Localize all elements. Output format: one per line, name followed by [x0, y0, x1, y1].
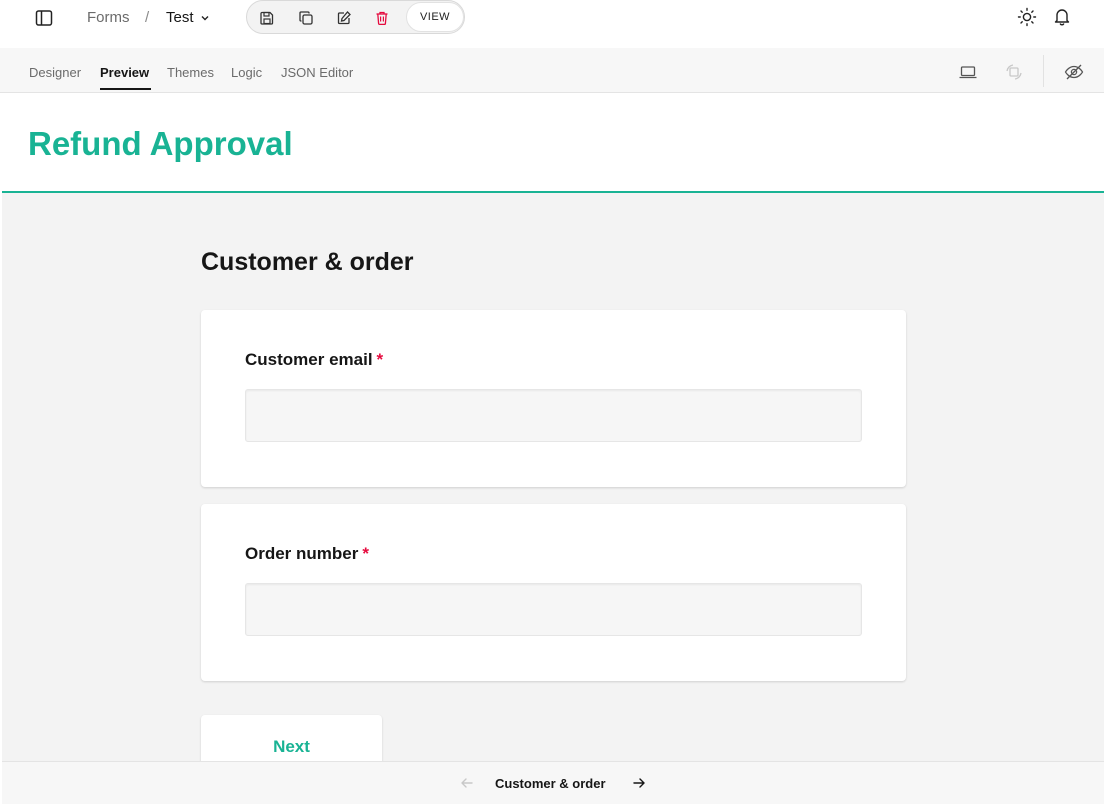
required-mark: *: [362, 544, 369, 563]
edit-icon[interactable]: [334, 8, 354, 28]
question-title: Order number: [245, 544, 359, 563]
form-body: Customer & order Customer email * Order n…: [2, 193, 1104, 761]
question-label: Order number *: [245, 544, 369, 564]
page-navigation: Customer & order: [2, 761, 1104, 804]
current-page-label: Customer & order: [495, 776, 606, 791]
breadcrumb-current-label: Test: [166, 9, 194, 26]
tab-logic[interactable]: Logic: [231, 65, 262, 80]
tab-designer[interactable]: Designer: [29, 65, 81, 80]
breadcrumb-forms[interactable]: Forms: [87, 9, 130, 26]
sidebar-toggle-icon[interactable]: [34, 8, 54, 28]
sun-icon[interactable]: [1017, 7, 1037, 27]
customer-email-input[interactable]: [245, 389, 862, 442]
tab-preview[interactable]: Preview: [100, 65, 149, 80]
arrow-left-icon[interactable]: [459, 775, 475, 791]
tab-toolbar-divider: [1043, 55, 1044, 87]
active-tab-indicator: [100, 88, 151, 90]
arrow-right-icon[interactable]: [631, 775, 647, 791]
page-title: Customer & order: [201, 248, 414, 276]
trash-icon[interactable]: [372, 8, 392, 28]
form-toolbar: VIEW: [246, 0, 465, 34]
required-mark: *: [376, 350, 384, 369]
question-label: Customer email *: [245, 350, 383, 370]
eye-off-icon[interactable]: [1064, 62, 1084, 82]
question-customer-email: Customer email *: [201, 310, 906, 487]
rotate-device-icon[interactable]: [1004, 62, 1024, 82]
next-button[interactable]: Next: [201, 715, 382, 761]
breadcrumb-separator: /: [145, 9, 150, 26]
tab-json-editor[interactable]: JSON Editor: [281, 65, 353, 80]
question-title: Customer email: [245, 350, 373, 369]
chevron-down-icon: [201, 15, 209, 20]
form-title: Refund Approval: [28, 125, 293, 162]
bell-icon[interactable]: [1052, 6, 1072, 26]
tab-themes[interactable]: Themes: [167, 65, 214, 80]
copy-icon[interactable]: [296, 8, 316, 28]
form-header: Refund Approval: [2, 94, 1104, 193]
save-icon[interactable]: [257, 8, 277, 28]
question-order-number: Order number *: [201, 504, 906, 681]
breadcrumb-current-dropdown[interactable]: Test: [166, 9, 210, 26]
order-number-input[interactable]: [245, 583, 862, 636]
tab-bar: Designer Preview Themes Logic JSON Edito…: [0, 48, 1104, 93]
top-bar: Forms / Test VIEW: [0, 0, 1104, 48]
laptop-icon[interactable]: [958, 62, 978, 82]
view-button[interactable]: VIEW: [406, 2, 464, 32]
